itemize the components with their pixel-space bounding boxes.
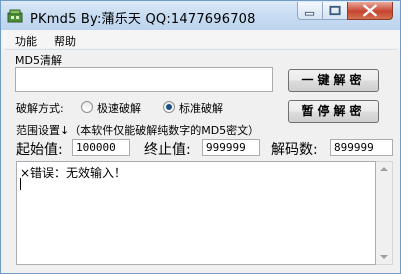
md5-group-label: MD5清解 [15,54,62,67]
maximize-button[interactable] [322,2,348,20]
output-textarea[interactable]: ×错误：无效输入！ [16,161,376,265]
start-label: 起始值: [16,142,63,158]
window-title: PKmd5 By:蒲乐天 QQ:1477696708 [30,12,256,27]
group-divider [5,49,397,50]
radio-selected-dot [166,104,172,110]
crack-button[interactable]: 一键解密 [288,69,379,92]
minimize-icon [304,11,315,16]
range-label: 范围设置↓（本软件仅能破解纯数字的MD5密文） [16,124,260,137]
app-window: PKmd5 By:蒲乐天 QQ:1477696708 功能 帮助 MD5清解 一… [0,0,401,274]
count-value-input[interactable]: 899999 [330,139,393,156]
crack-mode-label: 破解方式: [16,102,64,115]
start-value-input[interactable]: 100000 [72,139,130,156]
close-icon [363,4,377,17]
radio-standard[interactable] [163,101,175,113]
close-button[interactable] [347,2,393,20]
scroll-down-icon[interactable] [380,255,388,259]
menu-function[interactable]: 功能 [15,33,37,49]
end-label: 终止值: [144,142,191,158]
md5-input[interactable] [15,67,273,92]
output-scrollbar[interactable] [376,161,393,265]
maximize-icon [329,5,341,16]
radio-fast-label[interactable]: 极速破解 [97,100,141,116]
menu-help[interactable]: 帮助 [54,33,76,49]
text-caret [20,178,21,190]
radio-standard-label[interactable]: 标准破解 [179,100,223,116]
app-icon [7,9,23,23]
radio-fast[interactable] [81,101,93,113]
scroll-up-icon[interactable] [380,167,388,171]
minimize-button[interactable] [297,2,323,20]
count-label: 解码数: [271,142,318,158]
end-value-input[interactable]: 999999 [202,139,260,156]
pause-button[interactable]: 暂停解密 [288,100,379,123]
title-bar[interactable]: PKmd5 By:蒲乐天 QQ:1477696708 [1,1,400,30]
menu-bar: 功能 帮助 [1,30,400,48]
